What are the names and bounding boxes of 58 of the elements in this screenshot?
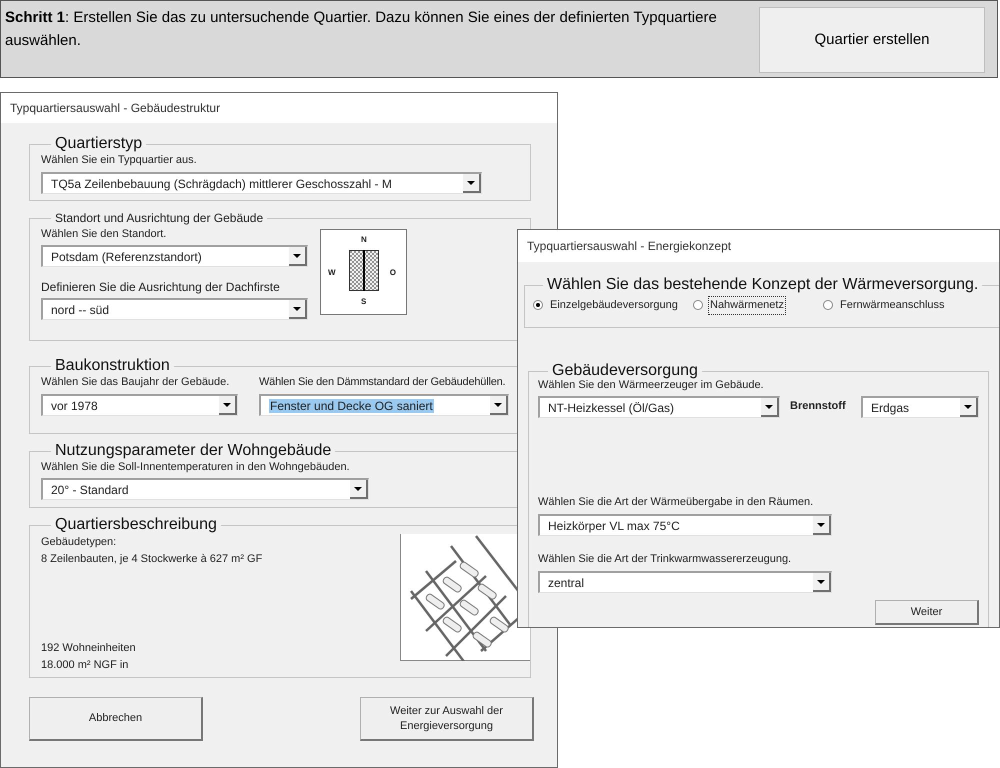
- next-button[interactable]: Weiter zur Auswahl der Energieversorgung: [360, 697, 534, 741]
- dropdown[interactable]: Heizkörper VL max 75°C: [538, 514, 832, 536]
- compass-label: W: [328, 267, 336, 279]
- radio-option[interactable]: Einzelgebäudeversorgung: [533, 297, 693, 314]
- compass-label: S: [361, 296, 366, 308]
- dropdown[interactable]: vor 1978: [41, 394, 238, 416]
- dropdown[interactable]: TQ5a Zeilenbebauung (Schrägdach) mittlerer Geschosszahl - M: [41, 172, 482, 194]
- caret-icon: [350, 480, 368, 499]
- field-label: Wählen Sie den Dämmstandard der Gebäudehüllen.: [259, 375, 506, 389]
- caret-icon: [813, 573, 831, 592]
- field-label: Wählen Sie das Baujahr der Gebäude.: [41, 375, 230, 389]
- field-label: Wählen Sie ein Typquartier aus.: [41, 153, 198, 167]
- dropdown[interactable]: Potsdam (Referenzstandort): [41, 245, 308, 267]
- dropdown[interactable]: zentral: [538, 571, 832, 593]
- field-label: Wählen Sie den Standort.: [41, 227, 168, 241]
- window-title: Typquartiersauswahl - Gebäudestruktur: [10, 100, 220, 117]
- group-title: Quartiersbeschreibung: [54, 517, 218, 534]
- field-label: Wählen Sie die Soll-Innentemperaturen in den Wohngebäuden.: [41, 460, 351, 474]
- radio-button[interactable]: [533, 300, 543, 310]
- radio-button[interactable]: [693, 300, 703, 310]
- radio-button[interactable]: [823, 300, 833, 310]
- dropdown[interactable]: nord -- süd: [41, 298, 308, 320]
- description-text: 192 Wohneinheiten: [41, 641, 137, 656]
- field-label: Wählen Sie die Art der Wärmeübergabe in den Räumen.: [538, 495, 814, 509]
- description-text: 8 Zeilenbauten, je 4 Stockwerke à 627 m² GF: [41, 552, 262, 567]
- caret-icon: [463, 174, 481, 193]
- group-title: Gebäudeversorgung: [551, 362, 699, 380]
- field-label: Definieren Sie die Ausrichtung der Dachfirste: [41, 280, 281, 294]
- instruction-text: Schritt 1: Erstellen Sie das zu untersuchende Quartier. Dazu können Sie eines der definierten Typquartiere auswählen.: [4, 8, 718, 51]
- building-plan-drawing: [349, 250, 379, 291]
- cancel-button[interactable]: Abbrechen: [29, 697, 203, 741]
- field-label: Brennstoff: [790, 399, 847, 414]
- field-label: Wählen Sie den Wärmeerzeuger im Gebäude.: [538, 378, 765, 392]
- caret-icon: [761, 398, 779, 417]
- caret-icon: [813, 516, 831, 535]
- group-title: Wählen Sie das bestehende Konzept der Wärmeversorgung.: [546, 276, 980, 294]
- group-title: Standort und Ausrichtung der Gebäude: [54, 211, 264, 225]
- caret-icon: [289, 247, 307, 266]
- caret-icon: [490, 396, 508, 415]
- dropdown[interactable]: Fenster und Decke OG saniert: [259, 394, 509, 416]
- caret-icon: [960, 398, 978, 417]
- group-title: Nutzungsparameter der Wohngebäude: [54, 442, 332, 460]
- dropdown[interactable]: Erdgas: [861, 396, 979, 418]
- description-text: 18.000 m² NGF in: [41, 658, 130, 673]
- compass-label: O: [390, 267, 396, 279]
- next-button[interactable]: Weiter: [875, 600, 979, 625]
- radio-option[interactable]: Fernwärmeanschluss: [823, 297, 947, 314]
- caret-icon: [289, 300, 307, 319]
- dropdown[interactable]: NT-Heizkessel (Öl/Gas): [538, 396, 780, 418]
- window-title: Typquartiersauswahl - Energiekonzept: [527, 238, 732, 255]
- field-label: Wählen Sie die Art der Trinkwarmwassererzeugung.: [538, 552, 792, 566]
- group-title: Quartierstyp: [54, 135, 144, 153]
- dropdown[interactable]: 20° - Standard: [41, 478, 369, 500]
- compass-label: N: [361, 234, 367, 246]
- caret-icon: [219, 396, 237, 415]
- group-title: Baukonstruktion: [54, 357, 171, 375]
- create-button[interactable]: Quartier erstellen: [759, 7, 985, 73]
- description-text: Gebäudetypen:: [41, 535, 118, 550]
